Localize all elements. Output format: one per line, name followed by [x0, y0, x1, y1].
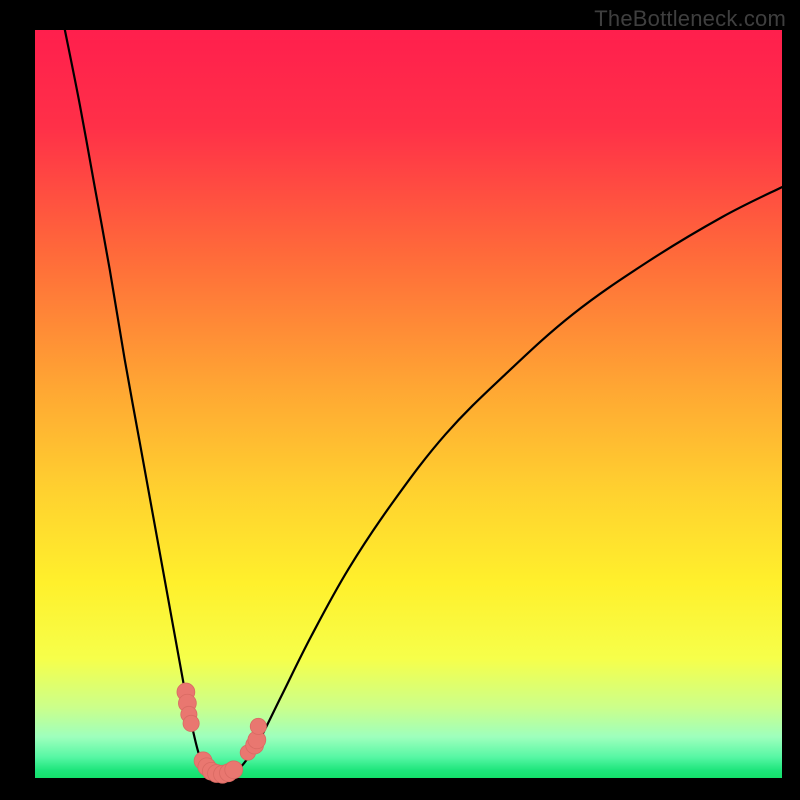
chart-root: TheBottleneck.com [0, 0, 800, 800]
plot-gradient-background [35, 30, 782, 778]
data-marker [250, 718, 266, 734]
data-marker [183, 715, 199, 731]
data-marker [225, 761, 243, 779]
bottleneck-chart-svg [0, 0, 800, 800]
watermark-text: TheBottleneck.com [594, 6, 786, 32]
